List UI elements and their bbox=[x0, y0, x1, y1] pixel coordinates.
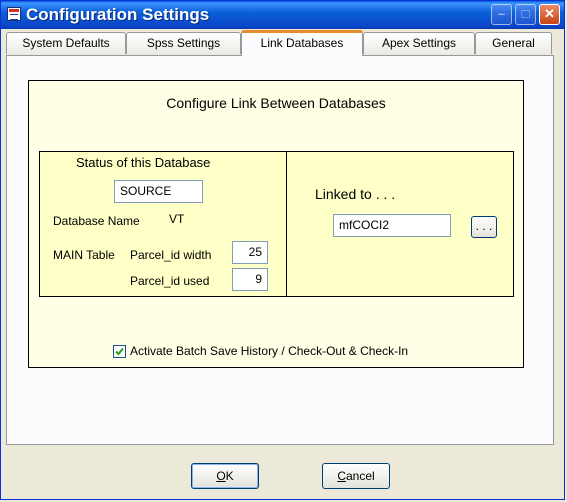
ok-mnemonic: O bbox=[216, 469, 226, 483]
main-table-label: MAIN Table bbox=[53, 248, 115, 262]
tab-spss-settings[interactable]: Spss Settings bbox=[126, 32, 241, 54]
parcel-width-label: Parcel_id width bbox=[130, 248, 212, 262]
cancel-mnemonic: C bbox=[337, 469, 346, 483]
linked-to-heading: Linked to . . . bbox=[315, 186, 396, 202]
configuration-settings-window: Configuration Settings – □ ✕ System Defa… bbox=[0, 0, 565, 500]
cancel-button[interactable]: Cancel bbox=[322, 463, 390, 489]
source-field[interactable]: SOURCE bbox=[114, 180, 203, 203]
cancel-rest: ancel bbox=[345, 469, 375, 483]
status-heading: Status of this Database bbox=[76, 155, 211, 170]
browse-button[interactable]: . . . bbox=[471, 216, 497, 238]
linked-database-field[interactable]: mfCOCI2 bbox=[333, 214, 451, 237]
database-name-label: Database Name bbox=[53, 214, 140, 228]
link-config-group: Configure Link Between Databases Status … bbox=[28, 80, 524, 368]
parcel-used-field[interactable]: 9 bbox=[232, 268, 268, 291]
tab-general[interactable]: General bbox=[475, 32, 552, 54]
tab-apex-settings[interactable]: Apex Settings bbox=[363, 32, 475, 54]
ok-rest: K bbox=[225, 469, 234, 483]
ok-button[interactable]: OK bbox=[191, 463, 259, 489]
maximize-button[interactable]: □ bbox=[515, 4, 536, 25]
close-button[interactable]: ✕ bbox=[539, 4, 560, 25]
tab-strip: System Defaults Spss Settings Link Datab… bbox=[6, 30, 554, 56]
batch-save-history-checkbox[interactable] bbox=[113, 345, 126, 358]
minimize-button[interactable]: – bbox=[491, 4, 512, 25]
tab-system-defaults[interactable]: System Defaults bbox=[6, 32, 126, 54]
linked-database-group: Linked to . . . mfCOCI2 . . . bbox=[286, 151, 514, 297]
batch-save-history-label: Activate Batch Save History / Check-Out … bbox=[130, 344, 409, 358]
checkmark-icon bbox=[115, 347, 124, 356]
window-title: Configuration Settings bbox=[26, 5, 210, 24]
app-icon bbox=[7, 7, 21, 21]
title-bar[interactable]: Configuration Settings – □ ✕ bbox=[1, 1, 564, 29]
panel-title: Configure Link Between Databases bbox=[166, 95, 386, 111]
tab-panel-link-databases: Configure Link Between Databases Status … bbox=[6, 55, 554, 445]
database-name-value: VT bbox=[169, 212, 185, 226]
database-status-group: Status of this Database SOURCE Database … bbox=[39, 151, 287, 297]
parcel-width-field[interactable]: 25 bbox=[232, 241, 268, 264]
parcel-used-label: Parcel_id used bbox=[130, 274, 210, 288]
tab-link-databases[interactable]: Link Databases bbox=[241, 30, 363, 56]
